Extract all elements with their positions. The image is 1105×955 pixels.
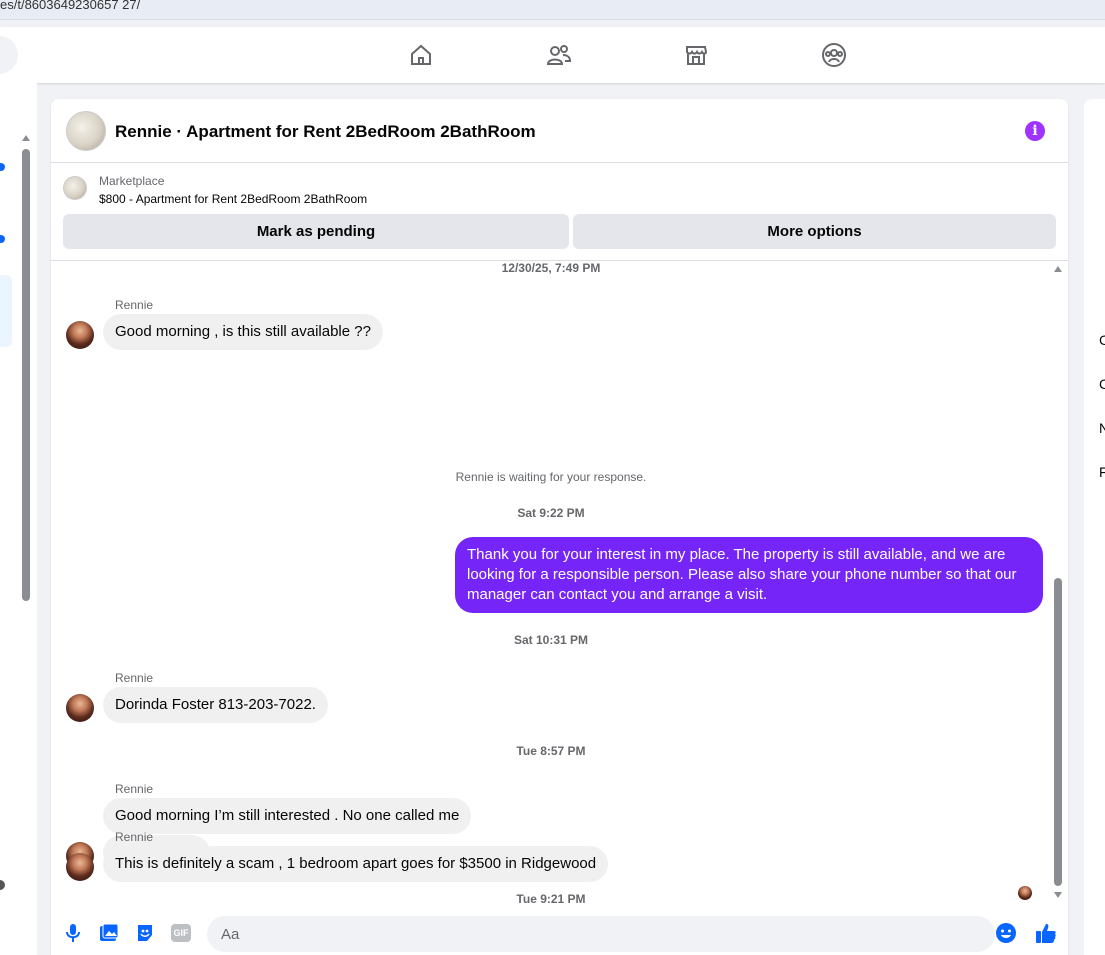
gif-icon[interactable]: GIF bbox=[170, 922, 192, 944]
chat-scroll-down-icon[interactable] bbox=[1054, 892, 1062, 898]
system-notice: Rennie is waiting for your response. bbox=[455, 470, 647, 484]
listing-title[interactable]: $800 - Apartment for Rent 2BedRoom 2Bath… bbox=[99, 192, 367, 206]
sender-name: Rennie bbox=[115, 830, 154, 844]
sender-name: Rennie bbox=[115, 782, 154, 796]
sender-name: Rennie bbox=[115, 298, 154, 312]
mark-as-pending-button[interactable]: Mark as pending bbox=[63, 214, 569, 249]
sticker-icon[interactable] bbox=[134, 922, 156, 944]
photo-icon[interactable] bbox=[98, 922, 120, 944]
sender-name: Rennie bbox=[115, 671, 154, 685]
marketplace-icon[interactable] bbox=[682, 41, 710, 69]
message-input[interactable] bbox=[207, 916, 995, 952]
timestamp: 12/30/25, 7:49 PM bbox=[501, 261, 601, 275]
listing-avatar[interactable] bbox=[66, 111, 106, 151]
microphone-icon[interactable] bbox=[62, 922, 84, 944]
emoji-icon[interactable] bbox=[995, 922, 1017, 944]
groups-icon[interactable] bbox=[820, 41, 848, 69]
seen-receipt-avatar bbox=[1018, 886, 1032, 900]
timestamp: Sat 9:22 PM bbox=[517, 506, 585, 520]
top-navigation bbox=[0, 27, 1105, 83]
details-item[interactable]: F bbox=[1099, 464, 1105, 480]
home-icon[interactable] bbox=[407, 41, 435, 69]
timestamp: Tue 8:57 PM bbox=[516, 744, 586, 758]
info-icon[interactable]: i bbox=[1025, 121, 1045, 141]
message-bubble[interactable]: This is definitely a scam , 1 bedroom ap… bbox=[103, 846, 609, 882]
sidebar-scroll-up-icon[interactable] bbox=[22, 135, 30, 141]
chat-list-sidebar bbox=[0, 83, 37, 955]
chat-scroll-up-icon[interactable] bbox=[1054, 266, 1062, 272]
conversation-panel: Rennie · Apartment for Rent 2BedRoom 2Ba… bbox=[51, 99, 1068, 955]
url-text: es/t/8603649230657 27/ bbox=[0, 0, 141, 12]
avatar[interactable] bbox=[0, 880, 5, 890]
details-item[interactable]: C bbox=[1099, 376, 1105, 392]
sidebar-scrollbar[interactable] bbox=[22, 149, 30, 601]
marketplace-label: Marketplace bbox=[99, 174, 165, 188]
chat-scrollbar[interactable] bbox=[1054, 578, 1062, 886]
timestamp: Tue 9:21 PM bbox=[516, 892, 586, 906]
listing-thumbnail[interactable] bbox=[63, 176, 87, 200]
avatar[interactable] bbox=[66, 694, 94, 722]
conversation-header: Rennie · Apartment for Rent 2BedRoom 2Ba… bbox=[51, 99, 1068, 163]
selected-conversation[interactable] bbox=[0, 275, 12, 347]
message-bubble[interactable]: Good morning I’m still interested . No o… bbox=[103, 798, 472, 834]
avatar[interactable] bbox=[66, 853, 94, 881]
more-options-button[interactable]: More options bbox=[573, 214, 1056, 249]
message-bubble[interactable]: Dorinda Foster 813-203-7022. bbox=[103, 687, 328, 723]
unread-dot-icon bbox=[0, 163, 5, 171]
avatar[interactable] bbox=[66, 321, 94, 349]
like-icon[interactable] bbox=[1035, 922, 1057, 944]
details-item[interactable]: N bbox=[1099, 420, 1105, 436]
message-list: 12/30/25, 7:49 PM Rennie Good morning , … bbox=[51, 261, 1068, 911]
browser-url-bar[interactable]: es/t/8603649230657 27/ bbox=[0, 0, 1105, 20]
unread-dot-icon bbox=[0, 235, 5, 243]
details-item[interactable]: C bbox=[1099, 332, 1105, 348]
search-field[interactable] bbox=[0, 36, 18, 74]
marketplace-banner: Marketplace $800 - Apartment for Rent 2B… bbox=[51, 163, 1068, 261]
timestamp: Sat 10:31 PM bbox=[513, 633, 589, 647]
friends-icon[interactable] bbox=[545, 41, 573, 69]
conversation-title[interactable]: Rennie · Apartment for Rent 2BedRoom 2Ba… bbox=[115, 122, 536, 142]
sent-message-bubble[interactable]: Thank you for your interest in my place.… bbox=[455, 537, 1043, 613]
gif-label: GIF bbox=[171, 924, 191, 942]
message-composer: GIF bbox=[51, 911, 1068, 955]
message-bubble[interactable]: Good morning , is this still available ?… bbox=[103, 314, 383, 350]
details-panel: C C N F bbox=[1084, 99, 1105, 955]
